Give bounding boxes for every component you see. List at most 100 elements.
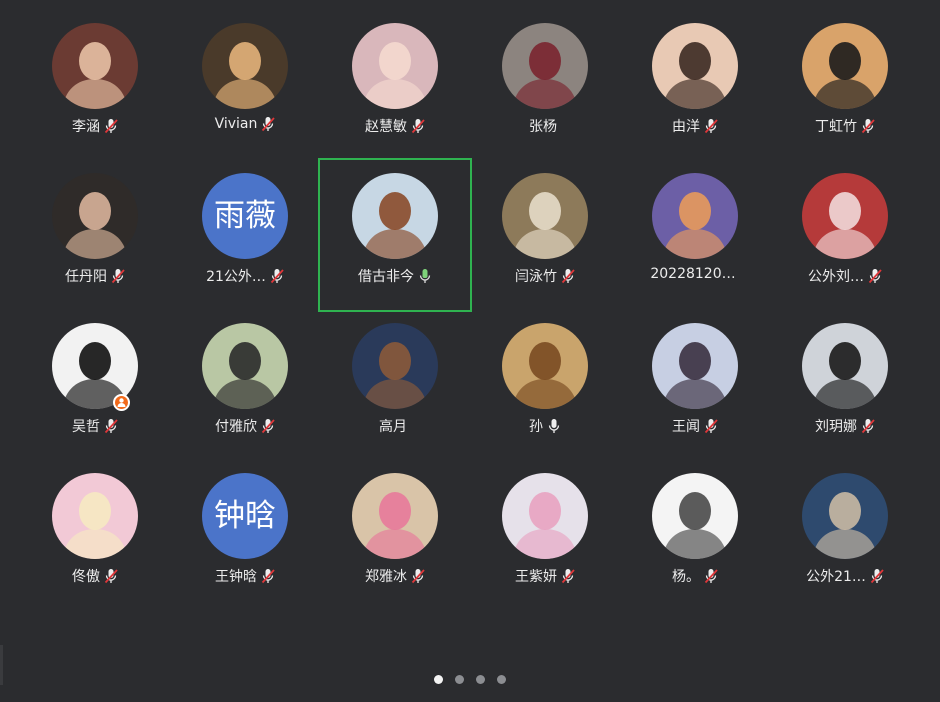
avatar [202, 23, 288, 109]
participant-tile[interactable]: 任丹阳 [20, 160, 170, 310]
participant-tile[interactable]: 高月 [320, 310, 470, 460]
mic-muted-icon [561, 268, 575, 284]
avatar [52, 173, 138, 259]
participant-name: Vivian [214, 116, 258, 132]
participant-tile[interactable]: 刘玥娜 [770, 310, 920, 460]
participant-tile[interactable]: 借古非今 [318, 158, 472, 312]
avatar [502, 473, 588, 559]
mic-on-icon [418, 268, 432, 284]
participant-tile[interactable]: 杨。 [620, 460, 770, 610]
mic-muted-icon [104, 418, 118, 434]
avatar-initials: 钟晗 [202, 473, 288, 559]
mic-muted-icon [411, 118, 425, 134]
mic-muted-icon [704, 418, 718, 434]
mic-muted-icon [561, 568, 575, 584]
participant-label: 王紫妍 [470, 566, 620, 586]
participant-tile[interactable]: 张杨 [470, 10, 620, 160]
mic-muted-icon [261, 568, 275, 584]
mic-muted-icon [870, 568, 884, 584]
participant-name: 张杨 [529, 119, 557, 135]
participant-name: 付雅欣 [215, 419, 257, 435]
participant-tile[interactable]: 闫泳竹 [470, 160, 620, 310]
participant-name: 刘玥娜 [815, 419, 857, 435]
participant-name: 由洋 [672, 119, 700, 135]
page-dot[interactable] [455, 675, 464, 684]
participant-name: 郑雅冰 [365, 569, 407, 585]
participant-label: 杨。 [620, 566, 770, 586]
participant-tile[interactable]: 雨薇 21公外… [170, 160, 320, 310]
avatar [802, 23, 888, 109]
participant-label: 佟傲 [20, 566, 170, 586]
avatar [352, 323, 438, 409]
participant-tile[interactable]: 吴哲 [20, 310, 170, 460]
avatar [52, 23, 138, 109]
mic-muted-icon [104, 118, 118, 134]
participant-name: 杨。 [672, 569, 700, 585]
participant-tile[interactable]: 李涵 [20, 10, 170, 160]
avatar-initials: 雨薇 [202, 173, 288, 259]
participant-label: 刘玥娜 [770, 416, 920, 436]
host-badge-icon [113, 394, 130, 411]
avatar [652, 23, 738, 109]
page-dot[interactable] [497, 675, 506, 684]
participant-label: 王闻 [620, 416, 770, 436]
avatar [652, 473, 738, 559]
participant-label: 张杨 [470, 116, 620, 136]
page-dot[interactable] [476, 675, 485, 684]
participant-label: 吴哲 [20, 416, 170, 436]
participant-label: 丁虹竹 [770, 116, 920, 136]
participant-tile[interactable]: 赵慧敏 [320, 10, 470, 160]
avatar [502, 323, 588, 409]
mic-muted-icon [270, 268, 284, 284]
mic-muted-icon [704, 118, 718, 134]
participant-label: 20228120… [620, 266, 770, 282]
participant-label: Vivian [170, 116, 320, 132]
participant-tile[interactable]: 20228120… [620, 160, 770, 310]
mic-muted-icon [861, 418, 875, 434]
participant-tile[interactable]: 由洋 [620, 10, 770, 160]
participant-name: 王钟晗 [215, 569, 257, 585]
participant-name: 李涵 [72, 119, 100, 135]
avatar: 雨薇 [202, 173, 288, 259]
participant-tile[interactable]: 王闻 [620, 310, 770, 460]
participant-label: 王钟晗 [170, 566, 320, 586]
participant-name: 任丹阳 [65, 269, 107, 285]
participant-name: 21公外… [206, 269, 266, 285]
participant-label: 公外刘… [770, 266, 920, 286]
participant-label: 公外21… [770, 566, 920, 586]
participant-name: 高月 [379, 419, 407, 435]
mic-muted-icon [261, 116, 276, 132]
avatar [802, 323, 888, 409]
participant-grid: 李涵 Vivian 赵慧敏 张杨 由洋 丁虹竹 任丹阳 雨薇 21公外… 借古非… [0, 0, 940, 640]
participant-tile[interactable]: 钟晗王钟晗 [170, 460, 320, 610]
participant-label: 高月 [320, 416, 470, 436]
participant-name: 闫泳竹 [515, 269, 557, 285]
mic-muted-icon [111, 268, 125, 284]
participant-label: 闫泳竹 [470, 266, 620, 286]
avatar [352, 23, 438, 109]
mic-muted-icon [868, 268, 882, 284]
participant-tile[interactable]: 公外21… [770, 460, 920, 610]
participant-name: 吴哲 [72, 419, 100, 435]
participant-tile[interactable]: 公外刘… [770, 160, 920, 310]
participant-tile[interactable]: 佟傲 [20, 460, 170, 610]
participant-tile[interactable]: 王紫妍 [470, 460, 620, 610]
participant-tile[interactable]: 孙 [470, 310, 620, 460]
participant-tile[interactable]: 付雅欣 [170, 310, 320, 460]
participant-label: 孙 [470, 416, 620, 436]
page-dot[interactable] [434, 675, 443, 684]
participant-tile[interactable]: Vivian [170, 10, 320, 160]
avatar [352, 173, 438, 259]
avatar [202, 323, 288, 409]
avatar [502, 173, 588, 259]
participant-label: 赵慧敏 [320, 116, 470, 136]
avatar [802, 173, 888, 259]
avatar: 钟晗 [202, 473, 288, 559]
participant-label: 21公外… [170, 266, 320, 286]
avatar [802, 473, 888, 559]
participant-tile[interactable]: 丁虹竹 [770, 10, 920, 160]
participant-name: 公外21… [806, 569, 866, 585]
participant-name: 赵慧敏 [365, 119, 407, 135]
participant-tile[interactable]: 郑雅冰 [320, 460, 470, 610]
page-indicator [0, 675, 940, 687]
